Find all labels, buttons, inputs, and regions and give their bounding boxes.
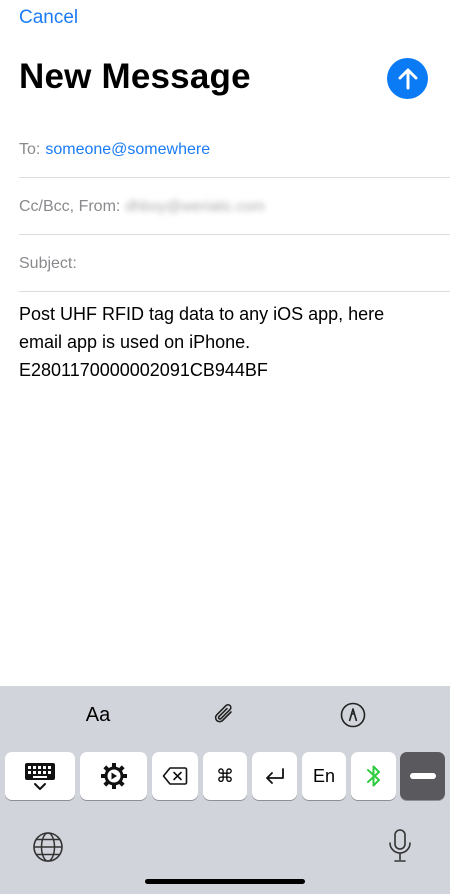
to-recipient[interactable]: someone@somewhere [45,141,210,159]
bluetooth-key[interactable] [351,752,396,800]
hide-keyboard-key[interactable] [5,752,75,800]
bluetooth-icon [366,765,380,787]
markup-button[interactable] [338,701,368,729]
minus-icon [409,773,436,779]
minimize-key[interactable] [400,752,445,800]
gear-icon [100,763,127,789]
format-text-button[interactable]: Aa [80,701,116,729]
cc-bcc-from-field[interactable]: Cc/Bcc, From: dhboy@weriatic.com [19,179,450,235]
cancel-button[interactable]: Cancel [19,7,78,29]
delete-backspace-icon [162,767,188,785]
language-key[interactable]: En [302,752,346,800]
command-key[interactable]: ⌘ [203,752,247,800]
attach-button[interactable] [210,701,240,729]
delete-key[interactable] [152,752,198,800]
return-key[interactable] [252,752,297,800]
home-indicator [145,879,305,884]
microphone-icon [389,829,411,862]
subject-label: Subject: [19,254,77,272]
keyboard-toolbar: Aa [0,686,450,744]
settings-key[interactable] [80,752,147,800]
to-label: To: [19,140,41,158]
keyboard-hide-icon [25,763,55,790]
subject-field[interactable]: Subject: [19,236,450,292]
to-field[interactable]: To: someone@somewhere [19,122,450,178]
markup-pen-icon [340,702,366,728]
key-row: ⌘ En [0,752,450,800]
page-title: New Message [19,57,251,96]
globe-button[interactable] [31,830,65,864]
globe-icon [33,832,63,862]
arrow-up-icon [398,68,417,89]
cc-bcc-from-label: Cc/Bcc, From: [19,197,121,215]
return-icon [265,768,284,784]
keyboard: Aa ⌘ En [0,686,450,894]
dictation-button[interactable] [386,828,414,864]
from-address: dhboy@weriatic.com [125,198,265,215]
message-body[interactable]: Post UHF RFID tag data to any iOS app, h… [19,300,429,384]
paperclip-icon [214,703,232,723]
send-button[interactable] [387,58,428,99]
